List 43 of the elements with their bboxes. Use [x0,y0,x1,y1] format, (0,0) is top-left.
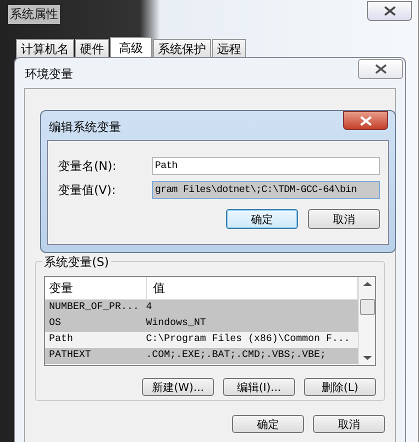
list-row[interactable]: Path C:\Program Files (x86)\Common F... [45,332,358,348]
variable-value: .COM;.EXE;.BAT;.CMD;.VBS;.VBE; [146,349,328,363]
scrollbar[interactable] [358,277,375,365]
list-row[interactable]: NUMBER_OF_PR... 4 [45,300,358,316]
field-label: 变量名(N): [58,158,118,174]
list-row[interactable]: PATHEXT .COM;.EXE;.BAT;.CMD;.VBS;.VBE; [45,348,358,364]
dialog-button[interactable]: 取消 [308,209,380,229]
variable-value: Windows_NT [146,317,208,331]
close-icon [374,64,386,74]
close-icon [360,116,372,126]
variable-name: NUMBER_OF_PR... [49,301,140,315]
tab[interactable]: 计算机名 [16,39,74,59]
tab[interactable]: 远程 [212,39,246,59]
dialog-button[interactable]: 确定 [226,209,298,229]
tab[interactable]: 高级 [110,37,152,59]
dialog-button[interactable]: 新建(W)... [142,378,214,396]
close-button[interactable] [343,111,388,130]
variable-name: PATHEXT [49,349,92,363]
variable-value: C:\Program Files (x86)\Common F... [146,333,352,347]
group-label: 系统变量(S) [42,254,111,271]
variable-name: Path [49,333,74,347]
tab[interactable]: 系统保护 [153,39,211,59]
variable-value: 4 [146,301,154,315]
close-button[interactable] [367,0,412,20]
list-row[interactable]: OS Windows_NT [45,316,358,332]
dialog-button[interactable]: 删除(L) [304,378,376,396]
dialog-button[interactable]: 编辑(I)... [223,378,295,396]
close-button[interactable] [358,59,403,79]
input-field[interactable]: gram Files\dotnet\;C:\TDM-GCC-64\bin [152,181,380,199]
window-title: 系统属性 [8,5,60,24]
tab[interactable]: 硬件 [75,39,109,59]
input-field[interactable]: Path [152,157,380,175]
scroll-up-icon [362,281,372,287]
dialog-button[interactable]: 确定 [232,415,304,433]
dialog-button[interactable]: 取消 [313,415,385,433]
variable-name: OS [49,317,62,331]
scroll-thumb[interactable] [360,299,374,315]
dialog-title: 环境变量 [25,66,73,83]
close-icon [384,6,396,16]
field-label: 变量值(V): [58,182,117,198]
scroll-down-icon [362,355,372,361]
dialog-title: 编辑系统变量 [49,119,121,136]
column-header[interactable]: 变量 [45,277,147,299]
